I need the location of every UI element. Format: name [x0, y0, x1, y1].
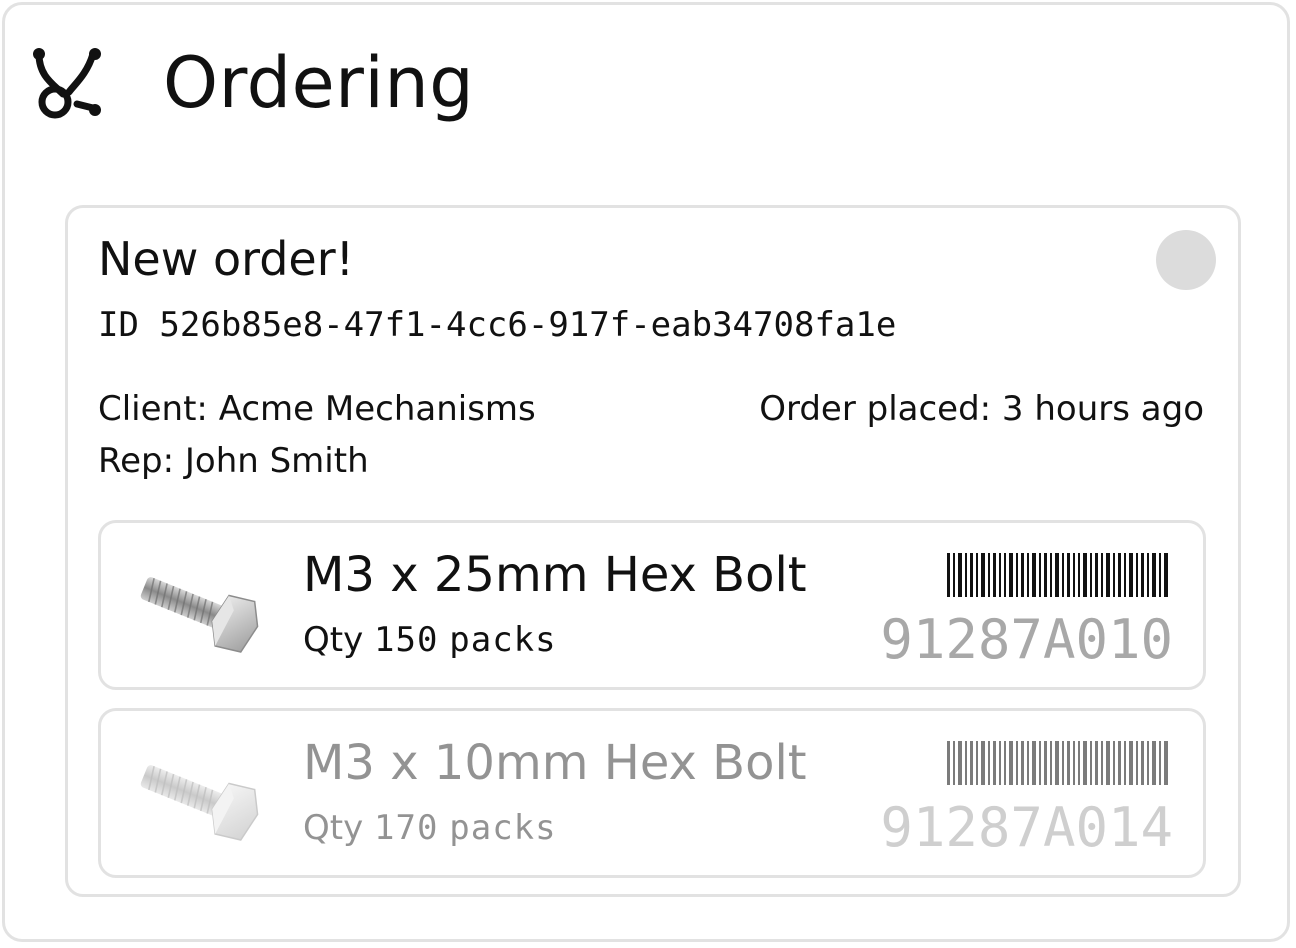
item-quantity: Qty 150 packs	[303, 623, 557, 657]
order-heading: New order!	[98, 232, 355, 286]
part-number: 91287A010	[880, 608, 1173, 671]
nodes-branch-icon	[33, 48, 101, 119]
rep-label: Rep: John Smith	[98, 441, 369, 481]
panel-header: Ordering	[29, 41, 474, 125]
order-placed-label: Order placed: 3 hours ago	[759, 389, 1204, 429]
qty-prefix: Qty	[303, 620, 364, 660]
order-item[interactable]: M3 x 10mm Hex Bolt Qty 170 packs 91287A0…	[98, 708, 1206, 878]
part-number: 91287A014	[880, 796, 1173, 859]
ordering-panel: Ordering New order! ID 526b85e8-47f1-4cc…	[2, 2, 1290, 942]
qty-value: 170	[374, 808, 439, 848]
qty-prefix: Qty	[303, 808, 364, 848]
barcode-icon	[947, 741, 1168, 785]
item-quantity: Qty 170 packs	[303, 811, 557, 845]
item-name: M3 x 10mm Hex Bolt	[303, 735, 807, 791]
status-indicator	[1156, 230, 1216, 290]
qty-value: 150	[374, 620, 439, 660]
qty-unit: packs	[449, 620, 557, 660]
hex-bolt-icon	[140, 765, 259, 841]
item-name: M3 x 25mm Hex Bolt	[303, 547, 807, 603]
order-id: ID 526b85e8-47f1-4cc6-917f-eab34708fa1e	[98, 305, 897, 345]
qty-unit: packs	[449, 808, 557, 848]
panel-title: Ordering	[163, 42, 475, 124]
order-card[interactable]: New order! ID 526b85e8-47f1-4cc6-917f-ea…	[65, 205, 1241, 897]
barcode-icon	[947, 553, 1168, 597]
client-label: Client: Acme Mechanisms	[98, 389, 536, 429]
hex-bolt-icon	[140, 577, 259, 653]
order-item[interactable]: M3 x 25mm Hex Bolt Qty 150 packs 91287A0…	[98, 520, 1206, 690]
